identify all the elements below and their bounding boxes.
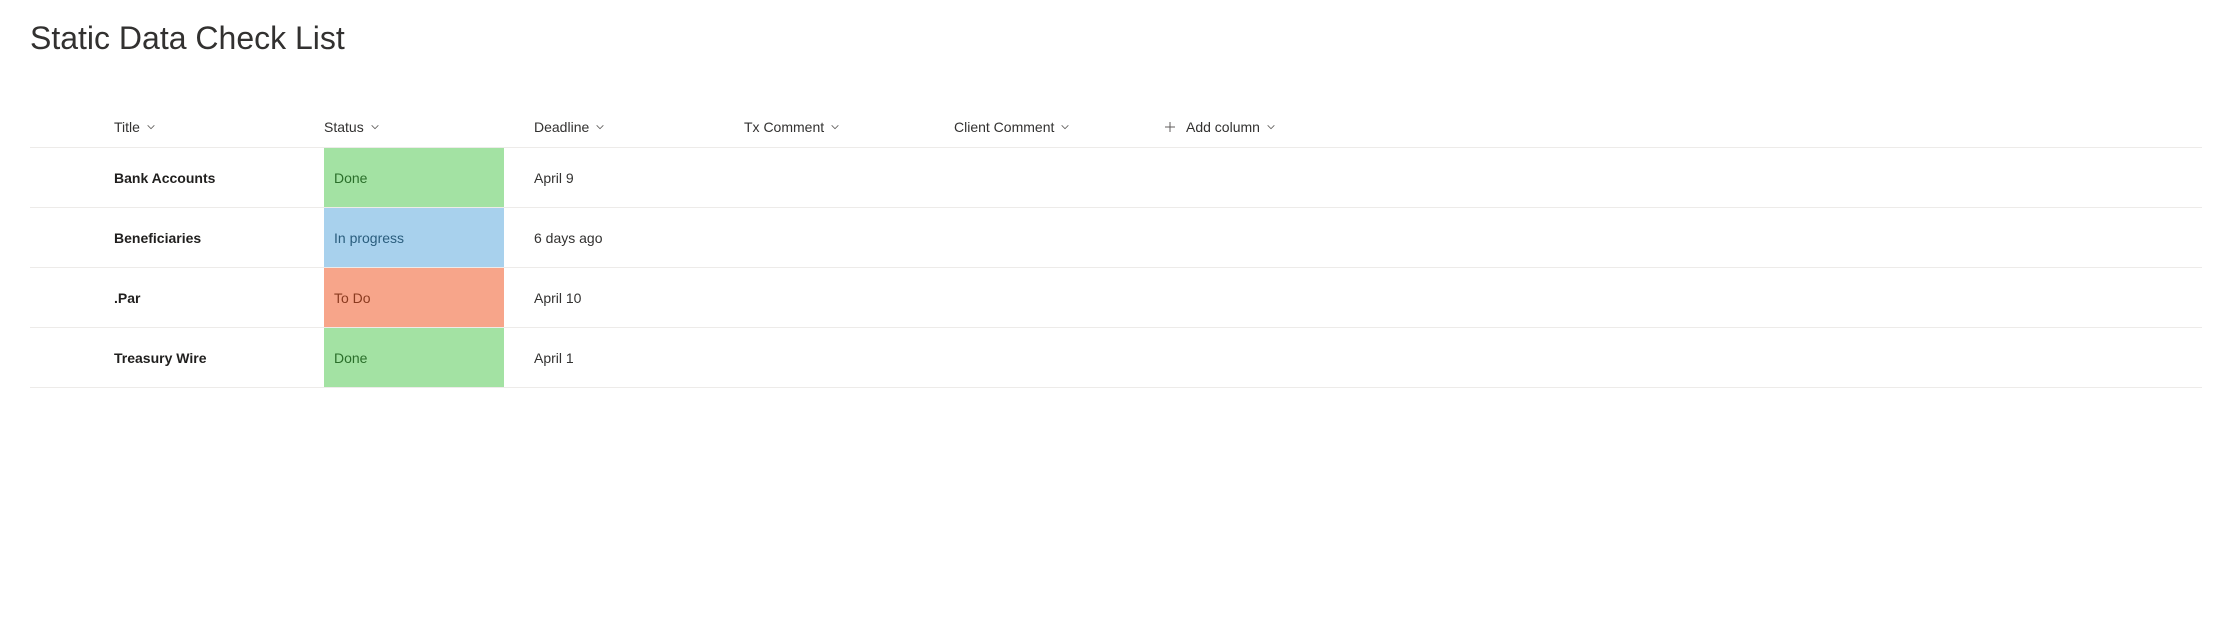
row-tx-comment[interactable] — [744, 268, 954, 327]
table-row[interactable]: Bank AccountsDone April 9 — [30, 148, 2202, 208]
column-header-client-comment-label: Client Comment — [954, 119, 1054, 135]
chevron-down-icon — [146, 122, 156, 132]
table-row[interactable]: .ParTo Do April 10 — [30, 268, 2202, 328]
table-row[interactable]: Treasury WireDone April 1 — [30, 328, 2202, 388]
page-title: Static Data Check List — [30, 20, 2202, 57]
chevron-down-icon — [370, 122, 380, 132]
row-deadline[interactable]: April 1 — [534, 328, 744, 387]
data-table: Title Status Deadline Tx Comment — [30, 107, 2202, 388]
row-client-comment[interactable] — [954, 208, 1164, 267]
status-badge: To Do — [324, 268, 504, 327]
add-column-button[interactable]: Add column — [1164, 107, 1374, 147]
plus-icon — [1164, 121, 1176, 133]
column-header-status[interactable]: Status — [324, 107, 534, 147]
row-client-comment[interactable] — [954, 268, 1164, 327]
status-badge: Done — [324, 148, 504, 207]
table-row[interactable]: BeneficiariesIn progress 6 days ago — [30, 208, 2202, 268]
status-badge: In progress — [324, 208, 504, 267]
column-header-tx-comment[interactable]: Tx Comment — [744, 107, 954, 147]
add-column-label: Add column — [1186, 119, 1260, 135]
row-status[interactable]: In progress — [324, 208, 534, 267]
row-client-comment[interactable] — [954, 148, 1164, 207]
row-title[interactable]: Bank Accounts — [114, 148, 324, 207]
column-header-title[interactable]: Title — [114, 107, 324, 147]
row-deadline[interactable]: April 9 — [534, 148, 744, 207]
row-client-comment[interactable] — [954, 328, 1164, 387]
row-tx-comment[interactable] — [744, 208, 954, 267]
row-deadline[interactable]: April 10 — [534, 268, 744, 327]
row-title[interactable]: Treasury Wire — [114, 328, 324, 387]
row-status[interactable]: Done — [324, 328, 534, 387]
chevron-down-icon — [1266, 122, 1276, 132]
table-header-row: Title Status Deadline Tx Comment — [30, 107, 2202, 148]
row-tx-comment[interactable] — [744, 328, 954, 387]
chevron-down-icon — [595, 122, 605, 132]
column-header-deadline-label: Deadline — [534, 119, 589, 135]
row-title[interactable]: Beneficiaries — [114, 208, 324, 267]
row-tx-comment[interactable] — [744, 148, 954, 207]
row-deadline[interactable]: 6 days ago — [534, 208, 744, 267]
column-header-tx-comment-label: Tx Comment — [744, 119, 824, 135]
row-status[interactable]: To Do — [324, 268, 534, 327]
column-header-client-comment[interactable]: Client Comment — [954, 107, 1164, 147]
row-status[interactable]: Done — [324, 148, 534, 207]
column-header-deadline[interactable]: Deadline — [534, 107, 744, 147]
status-badge: Done — [324, 328, 504, 387]
chevron-down-icon — [1060, 122, 1070, 132]
row-title[interactable]: .Par — [114, 268, 324, 327]
column-header-status-label: Status — [324, 119, 364, 135]
chevron-down-icon — [830, 122, 840, 132]
column-header-title-label: Title — [114, 119, 140, 135]
